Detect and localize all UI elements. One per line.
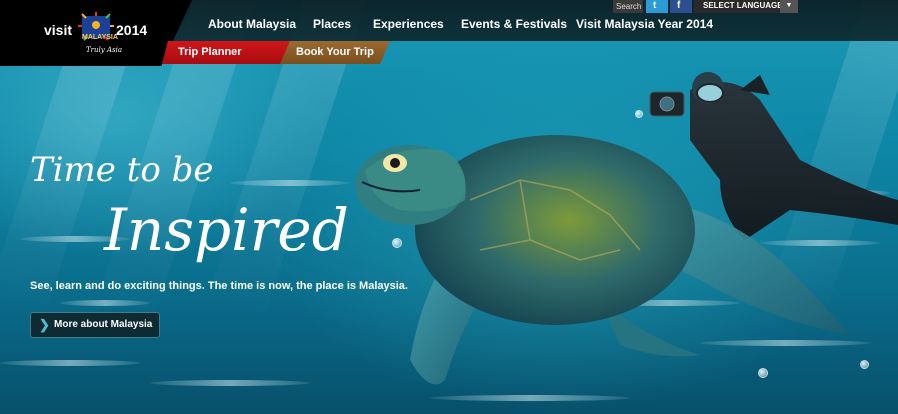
- select-language-label: SELECT LANGUAGE: [703, 1, 783, 10]
- chevron-right-icon: ❯: [39, 317, 50, 332]
- facebook-icon[interactable]: f: [670, 0, 692, 13]
- logo-tagline: Truly Asia: [86, 46, 123, 54]
- book-your-trip-tab[interactable]: Book Your Trip: [280, 41, 390, 64]
- nav-events-festivals[interactable]: Events & Festivals: [461, 17, 567, 31]
- visit-malaysia-logo[interactable]: visit 2014 MALAYSIA Truly Asia: [0, 0, 192, 66]
- headline-line1: Time to be: [30, 150, 214, 190]
- select-language-dropdown[interactable]: SELECT LANGUAGE ▼: [694, 0, 798, 13]
- more-about-malaysia-button[interactable]: ❯ More about Malaysia: [30, 312, 160, 338]
- logo-country-text: MALAYSIA: [82, 34, 118, 41]
- trip-planner-tab[interactable]: Trip Planner: [162, 41, 294, 64]
- nav-visit-malaysia-year[interactable]: Visit Malaysia Year 2014: [576, 17, 713, 31]
- nav-about-malaysia[interactable]: About Malaysia: [208, 17, 296, 31]
- trip-planner-label: Trip Planner: [178, 46, 242, 58]
- book-trip-label: Book Your Trip: [296, 46, 374, 58]
- more-about-malaysia-label: More about Malaysia: [54, 319, 153, 330]
- twitter-icon[interactable]: t: [646, 0, 668, 13]
- nav-places[interactable]: Places: [313, 17, 351, 31]
- headline-line2: Inspired: [104, 196, 349, 264]
- logo-year-text: 2014: [116, 22, 148, 38]
- nav-experiences[interactable]: Experiences: [373, 17, 444, 31]
- facebook-glyph: f: [677, 0, 681, 11]
- search-input[interactable]: Search: [613, 0, 643, 13]
- logo-visit-text: visit: [44, 22, 73, 38]
- twitter-glyph: t: [653, 0, 657, 11]
- hero-subtext: See, learn and do exciting things. The t…: [30, 280, 408, 292]
- chevron-down-icon: ▼: [780, 0, 798, 13]
